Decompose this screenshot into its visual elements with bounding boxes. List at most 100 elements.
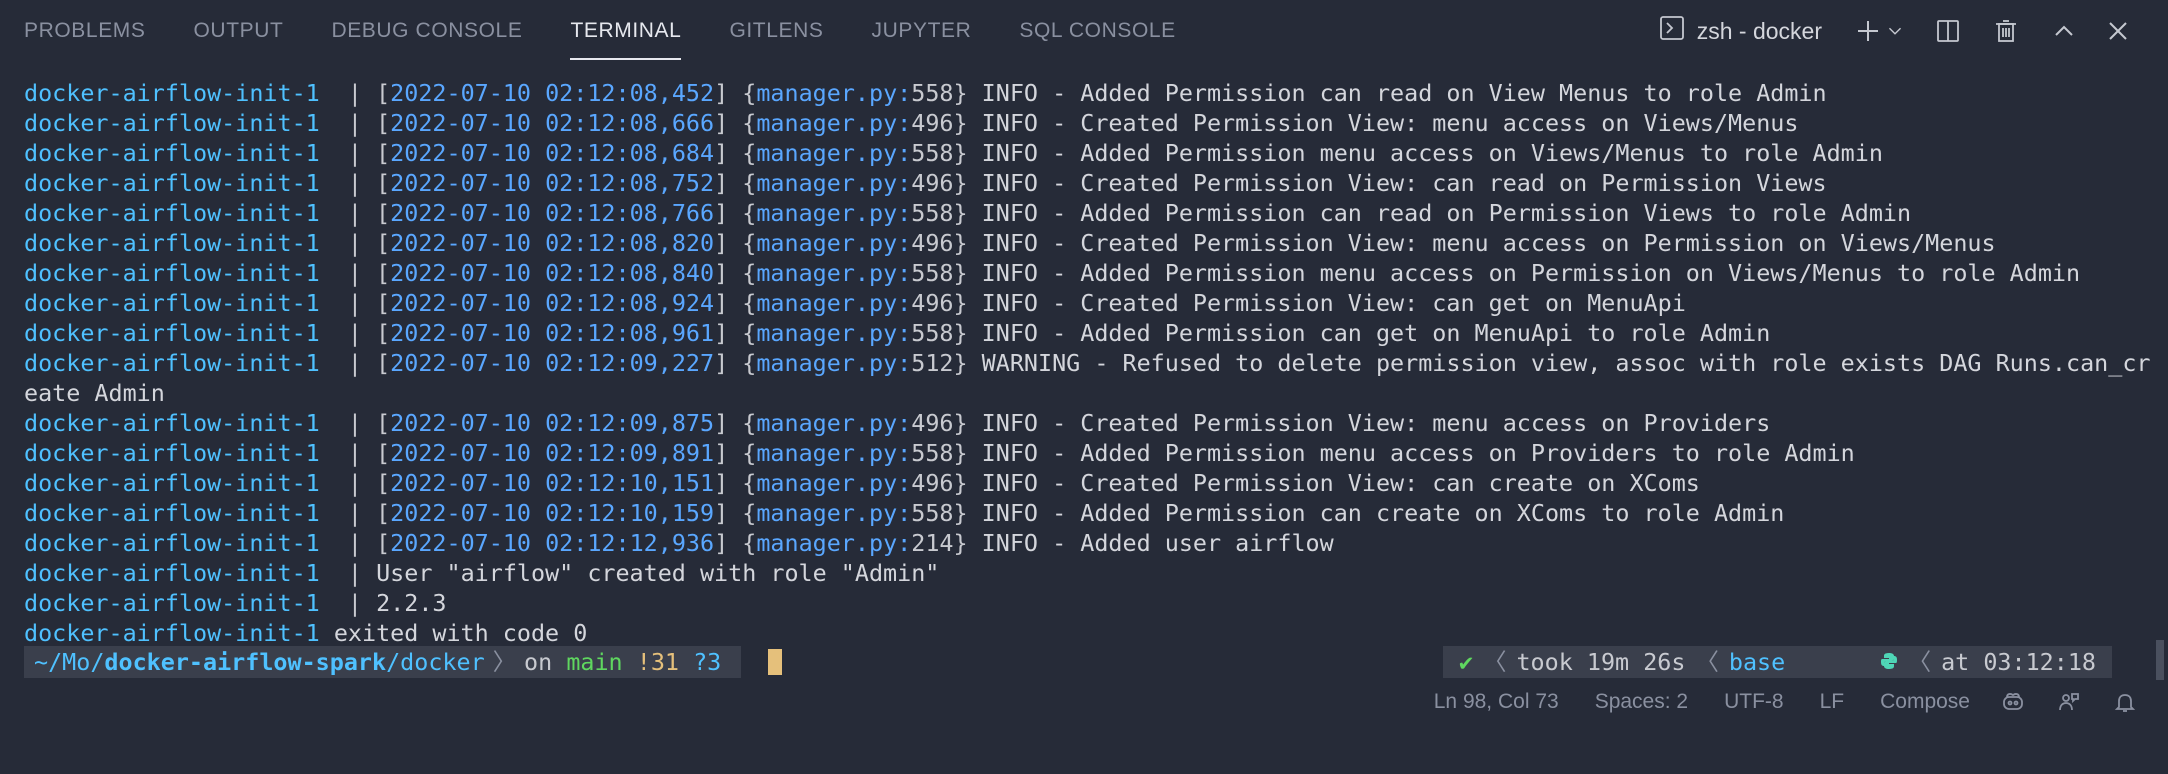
chevron-down-icon[interactable]	[1882, 9, 1908, 53]
log-separator: |	[319, 229, 377, 257]
log-source: manager.py:	[756, 169, 912, 197]
log-source: manager.py:	[756, 409, 912, 437]
log-timestamp: 2022-07-10 02:12:08,452	[390, 79, 715, 107]
log-message: INFO - Added Permission menu access on P…	[967, 439, 1855, 467]
log-timestamp: 2022-07-10 02:12:08,752	[390, 169, 715, 197]
log-lineno: 558}	[911, 139, 968, 167]
terminal-line: docker-airflow-init-1 | [2022-07-10 02:1…	[24, 288, 2144, 318]
service-name: docker-airflow-init-1	[24, 499, 320, 527]
log-source: manager.py:	[756, 199, 912, 227]
log-source: manager.py:	[756, 289, 912, 317]
service-name: docker-airflow-init-1	[24, 319, 320, 347]
log-source: manager.py:	[756, 259, 912, 287]
log-timestamp: 2022-07-10 02:12:09,227	[390, 349, 715, 377]
service-name: docker-airflow-init-1	[24, 469, 320, 497]
split-icon[interactable]	[1926, 9, 1970, 53]
service-name: docker-airflow-init-1	[24, 169, 320, 197]
log-separator: |	[319, 79, 377, 107]
log-timestamp: 2022-07-10 02:12:08,766	[390, 199, 715, 227]
log-message: INFO - Created Permission View: menu acc…	[967, 409, 1771, 437]
log-separator: |	[319, 289, 377, 317]
terminal-line: docker-airflow-init-1 | [2022-07-10 02:1…	[24, 138, 2144, 168]
service-name: docker-airflow-init-1	[24, 109, 320, 137]
indentation[interactable]: Spaces: 2	[1595, 690, 1688, 714]
line-ending[interactable]: LF	[1820, 690, 1845, 714]
terminal-output[interactable]: docker-airflow-init-1 | [2022-07-10 02:1…	[24, 78, 2151, 648]
terminal-selector[interactable]: zsh - docker	[1659, 15, 1822, 47]
log-source: manager.py:	[756, 499, 912, 527]
log-separator: |	[319, 169, 377, 197]
log-source: manager.py:	[756, 349, 912, 377]
log-lineno: 496}	[911, 109, 968, 137]
prompt-right-segment: ✔ 〈 took 19m 26s 〈 base 〈 at 03:12:18	[1442, 646, 2112, 678]
service-name: docker-airflow-init-1	[24, 439, 320, 467]
log-lineno: 214}	[911, 529, 968, 557]
trash-icon[interactable]	[1984, 9, 2028, 53]
service-name: docker-airflow-init-1	[24, 259, 320, 287]
log-message: INFO - Added user airflow	[967, 529, 1334, 557]
log-message: 2.2.3	[376, 589, 447, 617]
tab-jupyter[interactable]: JUPYTER	[872, 0, 972, 62]
service-name: docker-airflow-init-1	[24, 349, 320, 377]
log-message: INFO - Added Permission menu access on P…	[967, 259, 2081, 287]
git-untracked-count: ?3	[693, 648, 722, 676]
tab-problems[interactable]: PROBLEMS	[24, 0, 146, 62]
log-timestamp: 2022-07-10 02:12:08,820	[390, 229, 715, 257]
copilot-icon[interactable]	[2000, 689, 2026, 715]
bracket: ] {	[714, 409, 757, 437]
log-separator: |	[319, 109, 377, 137]
bracket: ] {	[714, 139, 757, 167]
log-message: INFO - Created Permission View: can get …	[967, 289, 1686, 317]
feedback-icon[interactable]	[2056, 689, 2082, 715]
bracket: ] {	[714, 79, 757, 107]
tab-gitlens[interactable]: GITLENS	[729, 0, 823, 62]
bracket: [	[376, 409, 391, 437]
log-separator: |	[319, 319, 377, 347]
bracket: ] {	[714, 259, 757, 287]
tab-debug-console[interactable]: DEBUG CONSOLE	[331, 0, 522, 62]
log-separator: |	[319, 259, 377, 287]
terminal-line: docker-airflow-init-1 | [2022-07-10 02:1…	[24, 108, 2144, 138]
bracket: [	[376, 169, 391, 197]
bracket: ] {	[714, 349, 757, 377]
terminal-scrollbar[interactable]	[2156, 640, 2164, 680]
log-message: INFO - Created Permission View: can read…	[967, 169, 1827, 197]
shell-prompt[interactable]: ~/Mo/docker-airflow-spark/docker 〉 on ma…	[24, 646, 2132, 678]
log-timestamp: 2022-07-10 02:12:10,159	[390, 499, 715, 527]
tab-sql-console[interactable]: SQL CONSOLE	[1019, 0, 1175, 62]
log-timestamp: 2022-07-10 02:12:08,684	[390, 139, 715, 167]
tab-output[interactable]: OUTPUT	[194, 0, 284, 62]
log-separator: |	[319, 559, 377, 587]
language-mode[interactable]: Compose	[1880, 690, 1970, 714]
close-icon[interactable]	[2096, 9, 2140, 53]
bracket: [	[376, 79, 391, 107]
log-separator: |	[319, 529, 377, 557]
log-lineno: 558}	[911, 499, 968, 527]
log-timestamp: 2022-07-10 02:12:09,891	[390, 439, 715, 467]
terminal-line: docker-airflow-init-1 | [2022-07-10 02:1…	[24, 438, 2144, 468]
bracket: ] {	[714, 289, 757, 317]
log-timestamp: 2022-07-10 02:12:12,936	[390, 529, 715, 557]
terminal-line: docker-airflow-init-1 | User "airflow" c…	[24, 558, 2144, 588]
chevron-up-icon[interactable]	[2042, 9, 2086, 53]
log-source: manager.py:	[756, 139, 912, 167]
log-message: INFO - Added Permission can create on XC…	[967, 499, 1785, 527]
service-name: docker-airflow-init-1	[24, 229, 320, 257]
log-timestamp: 2022-07-10 02:12:08,961	[390, 319, 715, 347]
terminal-icon	[1659, 15, 1685, 47]
bracket: [	[376, 499, 391, 527]
bracket: ] {	[714, 229, 757, 257]
bracket: [	[376, 529, 391, 557]
log-lineno: 558}	[911, 259, 968, 287]
service-name: docker-airflow-init-1	[24, 589, 320, 617]
bracket: ] {	[714, 469, 757, 497]
log-source: manager.py:	[756, 79, 912, 107]
terminal-line: docker-airflow-init-1 | [2022-07-10 02:1…	[24, 228, 2144, 258]
bell-icon[interactable]	[2112, 689, 2138, 715]
file-encoding[interactable]: UTF-8	[1724, 690, 1784, 714]
cursor-position[interactable]: Ln 98, Col 73	[1434, 690, 1559, 714]
service-name: docker-airflow-init-1	[24, 139, 320, 167]
log-lineno: 496}	[911, 409, 968, 437]
tab-terminal[interactable]: TERMINAL	[570, 0, 682, 62]
bracket: [	[376, 349, 391, 377]
